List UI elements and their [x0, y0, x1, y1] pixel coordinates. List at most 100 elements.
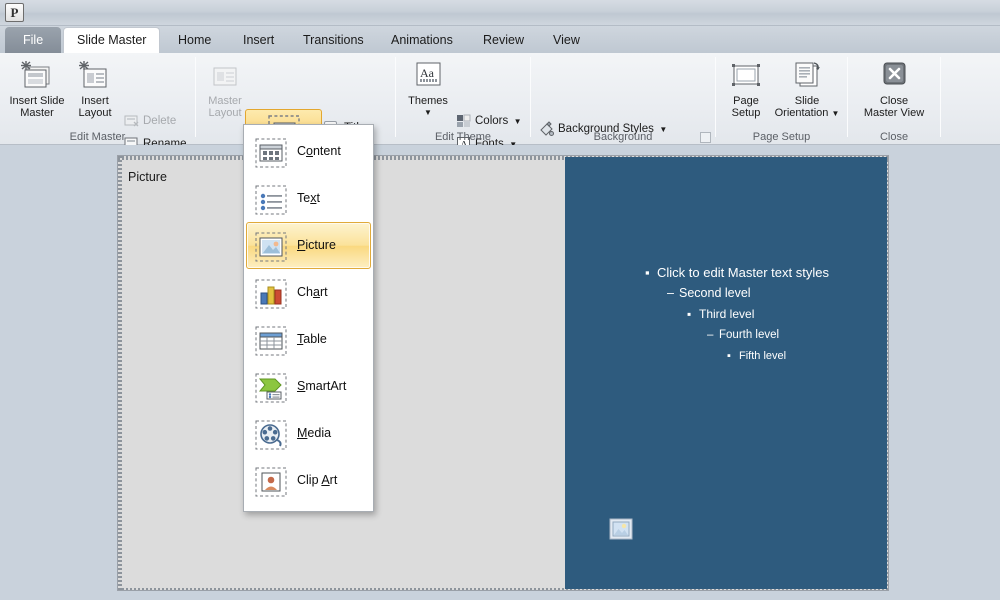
slide-orientation-text: Orientation: [775, 107, 829, 119]
table-placeholder-icon: [255, 325, 287, 357]
smartart-placeholder-icon: [255, 372, 287, 404]
bullet-level-3-icon: ▪: [687, 304, 699, 325]
delete-icon: [124, 113, 140, 129]
tab-home[interactable]: Home: [165, 27, 224, 53]
tab-file[interactable]: File: [5, 27, 61, 53]
close-master-view-icon: [852, 60, 936, 93]
chart-placeholder-icon: [255, 278, 287, 310]
menu-item-media-label: Media: [297, 426, 331, 440]
bullet-level-2-icon: –: [667, 283, 679, 304]
tab-review[interactable]: Review: [470, 27, 537, 53]
menu-item-content[interactable]: Content: [246, 128, 371, 175]
slide-orientation-button[interactable]: Slide Orientation ▼: [770, 56, 844, 126]
menu-item-content-label: Content: [297, 144, 341, 158]
bullet-level-5-icon: ▪: [727, 346, 739, 367]
edit-master-group-label: Edit Master: [0, 131, 195, 143]
master-text-level-5: ▪Fifth level: [727, 346, 829, 367]
content-placeholder-icon: [255, 137, 287, 169]
master-layout-label-line1: Master: [201, 95, 249, 107]
insert-placeholder-dropdown-menu[interactable]: Content Text: [243, 124, 374, 512]
theme-colors-label: Colors: [475, 115, 508, 127]
ribbon-group-page-setup: Page Setup Slide Orientation ▼: [716, 53, 847, 145]
insert-layout-button[interactable]: Insert Layout: [70, 56, 120, 126]
title-bar: P: [0, 0, 1000, 26]
clipart-placeholder-icon: [255, 466, 287, 498]
slide-workspace[interactable]: Picture ▪Click to edit Master text style…: [0, 145, 1000, 600]
page-setup-button[interactable]: Page Setup: [722, 56, 770, 126]
master-layout-icon: [201, 60, 249, 93]
master-text-level-3: ▪Third level: [687, 304, 829, 325]
insert-slide-master-label-line2: Master: [6, 107, 68, 119]
group-separator: [940, 57, 941, 137]
picture-placeholder-label: Picture: [128, 170, 167, 184]
themes-icon: Aa: [403, 60, 453, 93]
menu-item-clip-art[interactable]: Clip Art: [246, 457, 371, 504]
menu-item-smartart-label: SmartArt: [297, 379, 346, 393]
page-setup-group-label: Page Setup: [716, 131, 847, 143]
close-master-view-label-line2: Master View: [852, 107, 936, 119]
master-text-level-1-label: Click to edit Master text styles: [657, 265, 829, 280]
insert-layout-icon: [71, 60, 119, 93]
tab-transitions[interactable]: Transitions: [290, 27, 377, 53]
powerpoint-logo-icon[interactable]: P: [5, 3, 24, 22]
master-layout-label-line2: Layout: [201, 107, 249, 119]
edit-theme-group-label: Edit Theme: [396, 131, 530, 143]
menu-item-table[interactable]: Table: [246, 316, 371, 363]
insert-layout-label-line2: Layout: [71, 107, 119, 119]
insert-slide-master-button[interactable]: Insert Slide Master: [5, 56, 69, 126]
tab-animations[interactable]: Animations: [378, 27, 466, 53]
themes-chevron-down-icon[interactable]: ▼: [403, 107, 453, 119]
background-dialog-launcher[interactable]: [700, 132, 711, 143]
close-master-view-button[interactable]: Close Master View: [851, 56, 937, 126]
menu-item-picture-label: Picture: [297, 238, 336, 252]
slide-orientation-icon: [771, 60, 843, 93]
ribbon: Insert Slide Master: [0, 53, 1000, 145]
tab-view[interactable]: View: [540, 27, 593, 53]
page-setup-label-line1: Page: [723, 95, 769, 107]
colors-chevron-down-icon[interactable]: ▼: [511, 117, 521, 126]
ribbon-tab-strip: File Slide Master Home Insert Transition…: [0, 26, 1000, 53]
menu-item-picture[interactable]: Picture: [246, 222, 371, 269]
delete-master-label: Delete: [143, 115, 176, 127]
page-setup-icon: [723, 60, 769, 93]
ribbon-group-background: Background Styles ▼ Hide Background Grap…: [531, 53, 715, 145]
master-text-level-2-label: Second level: [679, 286, 751, 300]
bullet-level-4-icon: –: [707, 325, 719, 346]
slide-orientation-label-line1: Slide: [771, 95, 843, 107]
menu-item-smartart[interactable]: SmartArt: [246, 363, 371, 410]
master-text-styles[interactable]: ▪Click to edit Master text styles –Secon…: [645, 262, 829, 367]
slide-orientation-chevron-down-icon[interactable]: ▼: [831, 109, 839, 118]
insert-slide-master-label-line1: Insert Slide: [6, 95, 68, 107]
slide-master-canvas[interactable]: Picture ▪Click to edit Master text style…: [118, 156, 888, 590]
master-text-level-2: –Second level: [667, 283, 829, 304]
master-layout-button[interactable]: Master Layout: [200, 56, 250, 126]
text-placeholder-icon: [255, 184, 287, 216]
picture-drag-cursor-icon: [609, 518, 633, 540]
master-text-level-4: –Fourth level: [707, 325, 829, 346]
master-text-level-4-label: Fourth level: [719, 329, 779, 341]
menu-item-text-label: Text: [297, 191, 320, 205]
menu-item-chart[interactable]: Chart: [246, 269, 371, 316]
close-master-view-label-line1: Close: [852, 95, 936, 107]
themes-label: Themes: [403, 95, 453, 107]
powerpoint-window: P File Slide Master Home Insert Transiti…: [0, 0, 1000, 600]
tab-slide-master[interactable]: Slide Master: [63, 27, 160, 53]
page-setup-label-line2: Setup: [723, 107, 769, 119]
svg-text:Aa: Aa: [420, 66, 435, 80]
tab-insert[interactable]: Insert: [230, 27, 287, 53]
close-group-label: Close: [848, 131, 940, 143]
colors-icon: [456, 113, 472, 129]
delete-master-button[interactable]: Delete: [122, 109, 177, 131]
theme-colors-button[interactable]: Colors ▼: [454, 109, 523, 131]
menu-item-table-label: Table: [297, 332, 327, 346]
slide-orientation-label-line2: Orientation ▼: [771, 107, 843, 120]
menu-item-text[interactable]: Text: [246, 175, 371, 222]
master-text-level-3-label: Third level: [699, 307, 754, 321]
menu-item-media[interactable]: Media: [246, 410, 371, 457]
ribbon-group-edit-master: Insert Slide Master: [0, 53, 195, 145]
themes-button[interactable]: Aa Themes ▼: [402, 56, 454, 126]
media-placeholder-icon: [255, 419, 287, 451]
master-text-level-5-label: Fifth level: [739, 350, 786, 362]
background-group-label: Background: [531, 131, 715, 143]
bullet-level-1-icon: ▪: [645, 262, 657, 283]
